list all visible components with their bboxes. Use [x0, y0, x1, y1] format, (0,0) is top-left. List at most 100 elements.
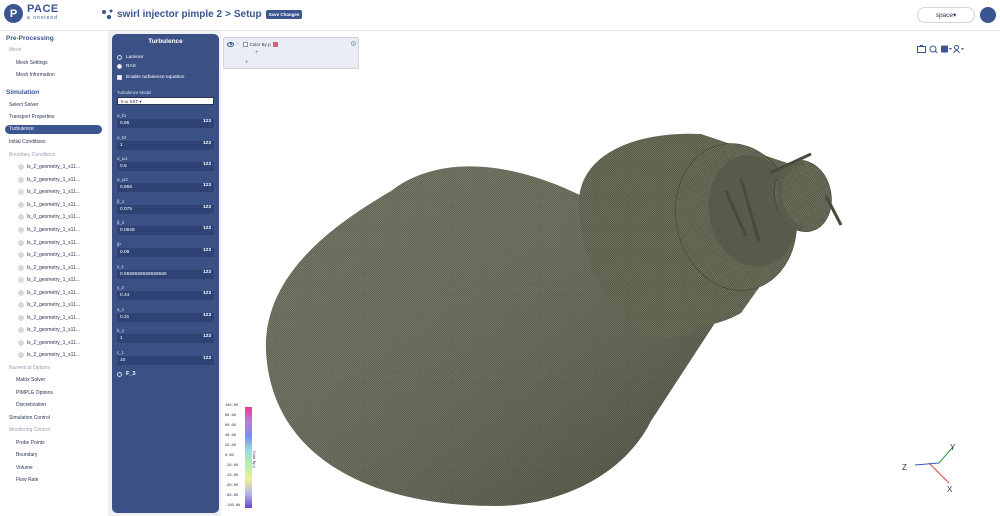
- coef-label: β_1: [117, 199, 125, 204]
- boundary-item[interactable]: ls_1_geometry_1_s11...: [18, 202, 80, 208]
- coef-label: a_1: [117, 307, 125, 312]
- coef-input[interactable]: 0.0828: [117, 226, 214, 235]
- user-avatar[interactable]: [980, 7, 996, 23]
- numeric-mode-button[interactable]: 123: [203, 226, 211, 231]
- sidebar-item-initial-conditions[interactable]: Initial Conditions: [9, 139, 46, 145]
- boundary-status-icon: [18, 214, 24, 220]
- turbulence-model-select[interactable]: k-ω SST ▾: [117, 97, 214, 105]
- enable-turbulence-option[interactable]: Enable turbulence equation: [117, 75, 184, 80]
- enable-turbulence-checkbox[interactable]: [117, 75, 122, 80]
- boundary-item[interactable]: ls_2_geometry_1_s11...: [18, 277, 80, 283]
- ras-option[interactable]: RAS: [117, 64, 136, 69]
- boundary-item[interactable]: ls_2_geometry_1_s11...: [18, 327, 80, 333]
- numeric-mode-button[interactable]: 123: [203, 334, 211, 339]
- logo-subtitle: a onsteod: [27, 14, 58, 21]
- coef-input[interactable]: 0.5: [117, 162, 214, 171]
- sidebar-item-discretization[interactable]: Discretization: [16, 402, 46, 408]
- coef-input[interactable]: 0.85: [117, 119, 214, 128]
- sidebar-item-flow-rate[interactable]: Flow Rate: [16, 477, 39, 483]
- coef-input[interactable]: 10: [117, 356, 214, 365]
- sidebar-item-mesh-settings[interactable]: Mesh Settings: [16, 60, 48, 66]
- preprocessing-heading: Pre-Processing: [6, 35, 54, 42]
- mesh-render[interactable]: Y Z X: [221, 31, 1000, 516]
- coef-label: α_ω1: [117, 156, 128, 161]
- boundary-status-icon: [18, 189, 24, 195]
- coef-input[interactable]: 0.075: [117, 205, 214, 214]
- numeric-mode-button[interactable]: 123: [203, 270, 211, 275]
- boundary-item[interactable]: ls_2_geometry_1_s11...: [18, 227, 80, 233]
- pace-logo[interactable]: P PACE a onsteod: [4, 3, 59, 23]
- boundary-item[interactable]: ls_2_geometry_1_s11...: [18, 240, 80, 246]
- space-dropdown[interactable]: space▾: [917, 7, 975, 23]
- breadcrumb: swirl injector pimple 2 > Setup Save Cha…: [101, 8, 303, 20]
- sidebar-item-simulation-control[interactable]: Simulation Control: [9, 415, 50, 421]
- numeric-mode-button[interactable]: 123: [203, 356, 211, 361]
- numeric-mode-button[interactable]: 123: [203, 141, 211, 146]
- sidebar-item-mesh[interactable]: Mesh: [9, 47, 21, 53]
- boundary-status-icon: [18, 315, 24, 321]
- coef-label: α_ω2: [117, 177, 128, 182]
- boundary-item[interactable]: ls_2_geometry_1_s11...: [18, 164, 80, 170]
- boundary-status-icon: [18, 177, 24, 183]
- simulation-heading: Simulation: [6, 89, 40, 96]
- boundary-status-icon: [18, 290, 24, 296]
- numeric-mode-button[interactable]: 123: [203, 205, 211, 210]
- boundary-item[interactable]: ls_2_geometry_1_s11...: [18, 290, 80, 296]
- axis-z-label: Z: [902, 463, 907, 472]
- f3-radio[interactable]: [117, 371, 122, 377]
- numeric-mode-button[interactable]: 123: [203, 291, 211, 296]
- boundary-status-icon: [18, 327, 24, 333]
- numeric-mode-button[interactable]: 123: [203, 119, 211, 124]
- turbulence-panel: Turbulence Laminar RAS Enable turbulence…: [112, 34, 219, 513]
- sidebar-item-monitoring-control[interactable]: Monitoring Control: [9, 427, 50, 433]
- sidebar-item-probe-points[interactable]: Probe Points: [16, 440, 45, 446]
- sidebar-item-boundary-conditions[interactable]: Boundary Conditions: [9, 152, 55, 158]
- numeric-mode-button[interactable]: 123: [203, 248, 211, 253]
- save-changes-button[interactable]: Save Changes: [265, 9, 303, 19]
- breadcrumb-separator: >: [225, 8, 231, 20]
- numeric-mode-button[interactable]: 123: [203, 183, 211, 188]
- boundary-status-icon: [18, 240, 24, 246]
- sidebar-item-turbulence[interactable]: Turbulence: [5, 125, 102, 134]
- f3-option[interactable]: F_3: [117, 371, 135, 377]
- boundary-item[interactable]: ls_2_geometry_1_s11...: [18, 340, 80, 346]
- coef-input[interactable]: 1: [117, 141, 214, 150]
- sidebar-item-select-solver[interactable]: Select Solver: [9, 102, 38, 108]
- coef-label: β_2: [117, 220, 125, 225]
- coef-input[interactable]: 0.5555555555555556: [117, 270, 214, 279]
- coef-input[interactable]: 0.44: [117, 291, 214, 300]
- color-legend-bar: [245, 407, 252, 508]
- boundary-status-icon: [18, 277, 24, 283]
- sidebar-item-transport-properties[interactable]: Transport Properties: [9, 114, 54, 120]
- numeric-mode-button[interactable]: 123: [203, 313, 211, 318]
- laminar-radio[interactable]: [117, 55, 122, 60]
- boundary-item[interactable]: ls_2_geometry_1_s11...: [18, 315, 80, 321]
- orientation-axes: Y Z X: [902, 443, 956, 494]
- 3d-viewport[interactable]: › Color By p × + + Y Z X 100.00 80.00 60…: [221, 31, 1000, 516]
- coef-input[interactable]: 1: [117, 334, 214, 343]
- sidebar-item-boundary[interactable]: Boundary: [16, 452, 37, 458]
- boundary-status-icon: [18, 202, 24, 208]
- boundary-item[interactable]: ls_2_geometry_1_s11...: [18, 252, 80, 258]
- coef-input[interactable]: 0.09: [117, 248, 214, 257]
- boundary-item[interactable]: ls_0_geometry_1_s11...: [18, 214, 80, 220]
- laminar-option[interactable]: Laminar: [117, 55, 143, 60]
- boundary-item[interactable]: ls_2_geometry_1_s11...: [18, 352, 80, 358]
- sidebar-item-pimple-options[interactable]: PIMPLE Options: [16, 390, 53, 396]
- coef-label: γ_1: [117, 264, 124, 269]
- numeric-mode-button[interactable]: 123: [203, 162, 211, 167]
- boundary-status-icon: [18, 252, 24, 258]
- coef-input[interactable]: 0.31: [117, 313, 214, 322]
- sidebar-item-mesh-information[interactable]: Mesh Information: [16, 72, 55, 78]
- sidebar-item-matrix-solver[interactable]: Matrix Solver: [16, 377, 45, 383]
- boundary-item[interactable]: ls_2_geometry_1_s11...: [18, 189, 80, 195]
- boundary-item[interactable]: ls_2_geometry_1_s11...: [18, 302, 80, 308]
- top-bar: P PACE a onsteod swirl injector pimple 2…: [0, 0, 1000, 31]
- boundary-item[interactable]: ls_2_geometry_1_s11...: [18, 265, 80, 271]
- ras-radio[interactable]: [117, 64, 122, 69]
- sidebar-item-volume[interactable]: Volume: [16, 465, 33, 471]
- coef-input[interactable]: 0.856: [117, 183, 214, 192]
- sidebar-item-numerical-options[interactable]: Numerical Options: [9, 365, 50, 371]
- project-name[interactable]: swirl injector pimple 2: [117, 9, 222, 20]
- boundary-item[interactable]: ls_2_geometry_1_s11...: [18, 177, 80, 183]
